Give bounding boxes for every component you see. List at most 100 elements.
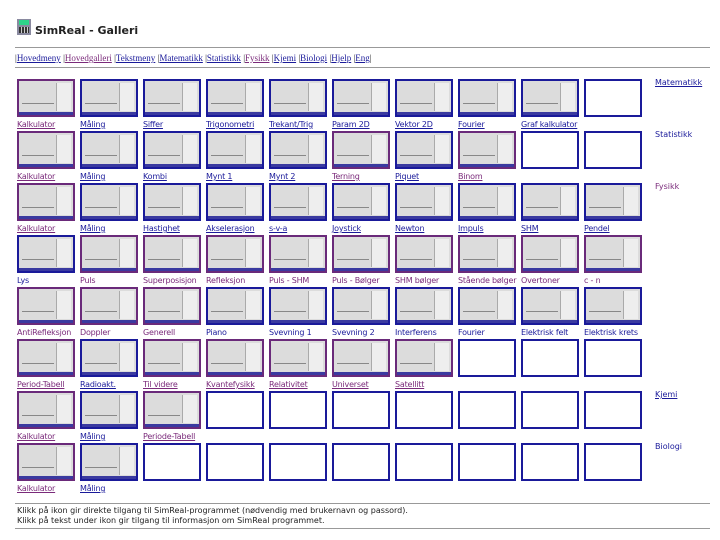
category-link-kjemi[interactable]: Kjemi — [655, 390, 677, 399]
program-info-link[interactable]: Kalkulator — [17, 484, 75, 493]
program-info-link[interactable]: SHM — [521, 224, 579, 233]
program-info-link[interactable]: Param 2D — [332, 120, 390, 129]
program-thumbnail[interactable] — [458, 131, 516, 169]
program-info-link[interactable]: Måling — [80, 484, 138, 493]
program-info-link[interactable]: c - n — [584, 276, 642, 285]
program-thumbnail[interactable] — [80, 443, 138, 481]
program-thumbnail[interactable] — [395, 79, 453, 117]
program-thumbnail[interactable] — [332, 79, 390, 117]
program-thumbnail[interactable] — [17, 183, 75, 221]
program-info-link[interactable]: Period-Tabell — [17, 380, 75, 389]
program-info-link[interactable]: Generell — [143, 328, 201, 337]
program-info-link[interactable]: Puls - SHM — [269, 276, 327, 285]
program-info-link[interactable]: SHM bølger — [395, 276, 453, 285]
program-info-link[interactable]: Stående bølger — [458, 276, 517, 285]
program-info-link[interactable]: Refleksjon — [206, 276, 264, 285]
nav-link-hovedmeny[interactable]: Hovedmeny — [17, 53, 61, 63]
program-thumbnail[interactable] — [395, 131, 453, 169]
program-thumbnail[interactable] — [521, 79, 579, 117]
program-info-link[interactable]: Fourier — [458, 328, 516, 337]
program-thumbnail[interactable] — [143, 339, 201, 377]
program-thumbnail[interactable] — [17, 391, 75, 429]
program-thumbnail[interactable] — [17, 131, 75, 169]
program-thumbnail[interactable] — [458, 287, 516, 325]
program-info-link[interactable]: Universet — [332, 380, 390, 389]
program-thumbnail[interactable] — [17, 79, 75, 117]
program-info-link[interactable]: Kombi — [143, 172, 201, 181]
program-thumbnail[interactable] — [332, 287, 390, 325]
program-info-link[interactable]: Satellitt — [395, 380, 453, 389]
program-thumbnail[interactable] — [458, 235, 516, 273]
program-info-link[interactable]: Interferens — [395, 328, 453, 337]
program-thumbnail[interactable] — [206, 183, 264, 221]
program-thumbnail[interactable] — [584, 287, 642, 325]
program-info-link[interactable]: Hastighet — [143, 224, 201, 233]
program-info-link[interactable]: Superposisjon — [143, 276, 201, 285]
program-info-link[interactable]: Puls — [80, 276, 138, 285]
program-info-link[interactable]: Svevning 1 — [269, 328, 327, 337]
program-thumbnail[interactable] — [332, 235, 390, 273]
program-thumbnail[interactable] — [143, 235, 201, 273]
nav-link-kjemi[interactable]: Kjemi — [274, 53, 297, 63]
program-thumbnail[interactable] — [143, 79, 201, 117]
program-info-link[interactable]: Siffer — [143, 120, 201, 129]
program-thumbnail[interactable] — [80, 391, 138, 429]
program-thumbnail[interactable] — [521, 235, 579, 273]
program-info-link[interactable]: Radioakt. — [80, 380, 138, 389]
program-info-link[interactable]: Periode-Tabell — [143, 432, 201, 441]
program-info-link[interactable]: Newton — [395, 224, 453, 233]
program-thumbnail[interactable] — [332, 339, 390, 377]
program-info-link[interactable]: Fourier — [458, 120, 516, 129]
program-thumbnail[interactable] — [332, 131, 390, 169]
program-thumbnail[interactable] — [269, 183, 327, 221]
nav-link-matematikk[interactable]: Matematikk — [159, 53, 203, 63]
program-info-link[interactable]: Graf kalkulator — [521, 120, 579, 129]
program-thumbnail[interactable] — [395, 339, 453, 377]
program-thumbnail[interactable] — [17, 235, 75, 273]
program-thumbnail[interactable] — [143, 287, 201, 325]
program-info-link[interactable]: Trekant/Trig — [269, 120, 327, 129]
program-thumbnail[interactable] — [521, 183, 579, 221]
program-thumbnail[interactable] — [395, 235, 453, 273]
program-info-link[interactable]: Kalkulator — [17, 432, 75, 441]
program-thumbnail[interactable] — [80, 183, 138, 221]
program-thumbnail[interactable] — [206, 339, 264, 377]
program-thumbnail[interactable] — [17, 339, 75, 377]
nav-link-hjelp[interactable]: Hjelp — [331, 53, 351, 63]
program-thumbnail[interactable] — [143, 131, 201, 169]
program-info-link[interactable]: Terning — [332, 172, 390, 181]
program-thumbnail[interactable] — [206, 79, 264, 117]
program-info-link[interactable]: Trigonometri — [206, 120, 264, 129]
program-info-link[interactable]: Binom — [458, 172, 516, 181]
program-thumbnail[interactable] — [458, 79, 516, 117]
program-thumbnail[interactable] — [521, 287, 579, 325]
program-info-link[interactable]: Impuls — [458, 224, 516, 233]
program-thumbnail[interactable] — [395, 183, 453, 221]
program-thumbnail[interactable] — [206, 235, 264, 273]
program-info-link[interactable]: AntiRefleksjon — [17, 328, 75, 337]
program-info-link[interactable]: Akselerasjon — [206, 224, 264, 233]
program-info-link[interactable]: Kalkulator — [17, 224, 75, 233]
program-info-link[interactable]: Relativitet — [269, 380, 327, 389]
program-info-link[interactable]: Måling — [80, 120, 138, 129]
program-info-link[interactable]: Svevning 2 — [332, 328, 390, 337]
program-info-link[interactable]: Puls - Bølger — [332, 276, 390, 285]
program-thumbnail[interactable] — [269, 131, 327, 169]
category-link-fysikk[interactable]: Fysikk — [655, 182, 679, 191]
program-thumbnail[interactable] — [269, 79, 327, 117]
program-info-link[interactable]: Pendel — [584, 224, 642, 233]
program-thumbnail[interactable] — [143, 183, 201, 221]
program-thumbnail[interactable] — [584, 235, 642, 273]
program-thumbnail[interactable] — [80, 79, 138, 117]
program-info-link[interactable]: Måling — [80, 432, 138, 441]
nav-link-tekstmeny[interactable]: Tekstmeny — [116, 53, 155, 63]
program-thumbnail[interactable] — [80, 235, 138, 273]
program-info-link[interactable]: Vektor 2D — [395, 120, 453, 129]
program-info-link[interactable]: Overtoner — [521, 276, 579, 285]
category-link-biologi[interactable]: Biologi — [655, 442, 682, 451]
program-thumbnail[interactable] — [143, 391, 201, 429]
program-info-link[interactable]: Kalkulator — [17, 120, 75, 129]
nav-link-eng[interactable]: Eng — [355, 53, 370, 63]
category-link-statistikk[interactable]: Statistikk — [655, 130, 692, 139]
nav-link-statistikk[interactable]: Statistikk — [207, 53, 241, 63]
